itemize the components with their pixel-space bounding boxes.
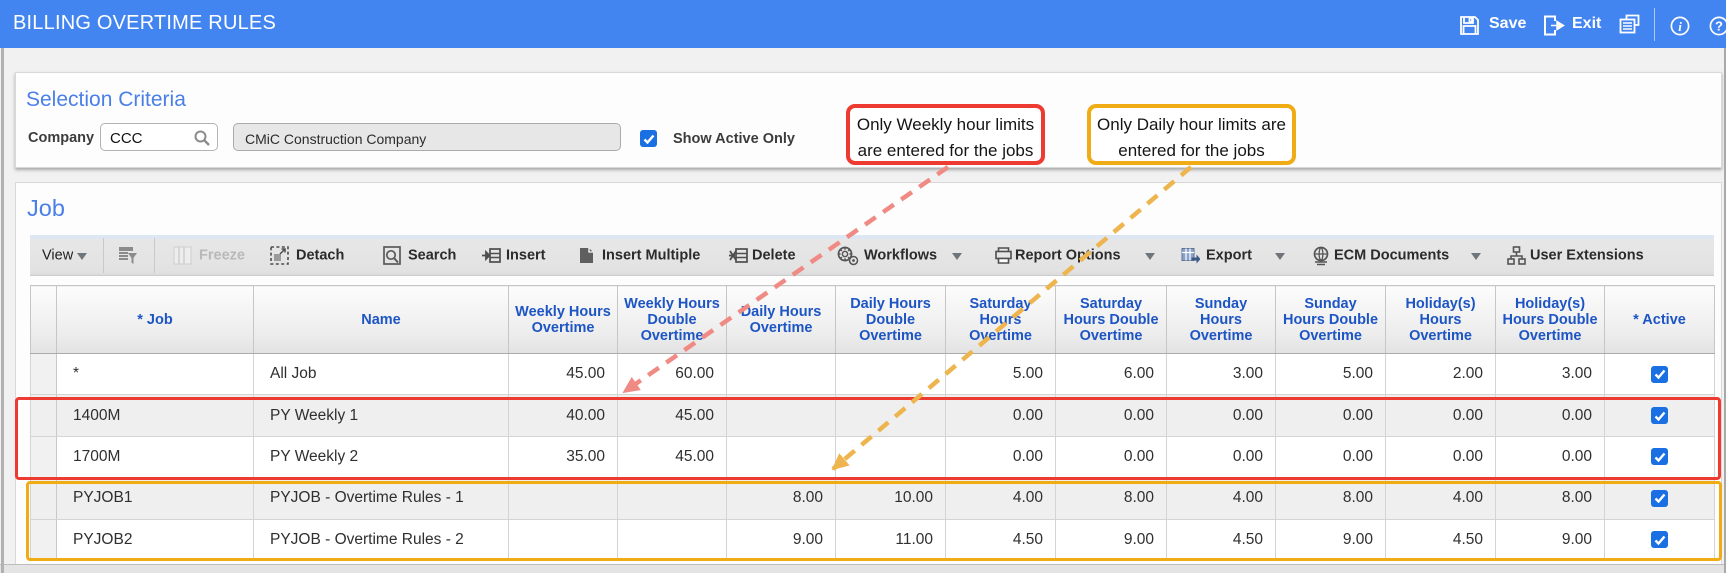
svg-text:i: i — [1678, 19, 1682, 34]
svg-text:?: ? — [1715, 19, 1723, 34]
